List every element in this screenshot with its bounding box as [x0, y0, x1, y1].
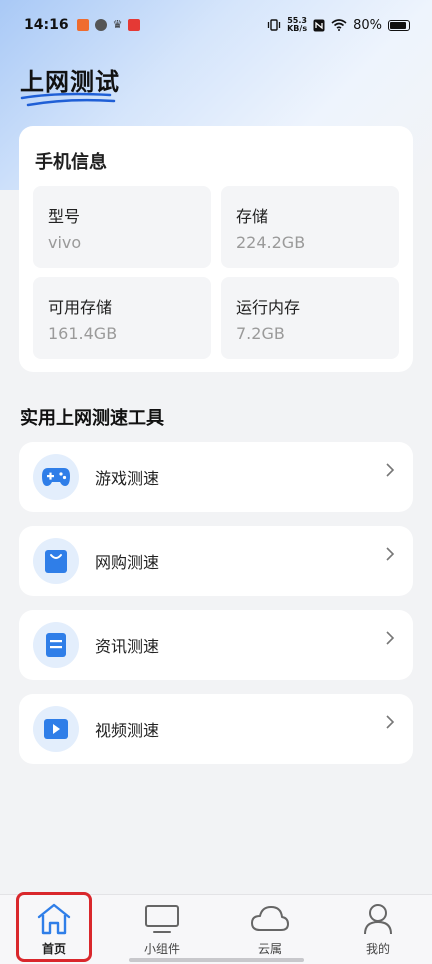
network-speed-unit: KB/s — [287, 24, 308, 33]
cloud-icon — [251, 906, 289, 931]
tool-item-news-speed[interactable]: 资讯测速 — [19, 610, 413, 680]
tab-icon — [144, 901, 180, 937]
chevron-right-icon — [386, 631, 395, 645]
sync-icon — [94, 19, 107, 31]
user-icon — [364, 904, 392, 935]
wifi-icon — [331, 19, 347, 31]
device-info-title: 手机信息 — [35, 152, 107, 173]
tab-cloud[interactable]: 云属 — [216, 895, 324, 964]
tile-label: 型号 — [48, 207, 81, 226]
tool-icon-bg — [33, 538, 79, 584]
video-play-icon — [44, 719, 68, 739]
tab-icon — [361, 901, 395, 937]
tab-label: 我的 — [365, 942, 390, 956]
tile-value: vivo — [48, 233, 82, 252]
news-app-icon — [128, 19, 141, 31]
status-time: 14:16 — [24, 17, 69, 33]
tool-label: 视频测速 — [95, 721, 160, 740]
info-tile-storage: 存储 224.2GB — [221, 186, 399, 268]
status-left: 14:16 ♛ — [24, 17, 141, 33]
status-right: 55.3 KB/s 80% — [267, 17, 410, 33]
chevron-right-icon — [386, 463, 395, 477]
info-tile-model: 型号 vivo — [33, 186, 211, 268]
device-info-card: 手机信息 型号 vivo 存储 224.2GB 可用存储 161.4GB 运行内… — [19, 126, 413, 372]
tool-item-shopping-speed[interactable]: 网购测速 — [19, 526, 413, 596]
network-speed: 55.3 KB/s — [287, 17, 307, 33]
home-indicator-bar[interactable] — [129, 958, 304, 962]
tab-label: 小组件 — [143, 942, 180, 956]
gamepad-icon — [42, 468, 70, 486]
info-tile-ram: 运行内存 7.2GB — [221, 277, 399, 359]
chevron-right-icon — [386, 715, 395, 729]
vibrate-icon — [267, 19, 281, 31]
info-tile-available-storage: 可用存储 161.4GB — [33, 277, 211, 359]
status-bar: 14:16 ♛ 55.3 KB/s 80% — [0, 0, 432, 50]
bottom-tab-bar: 首页 小组件 云属 我的 — [0, 894, 432, 964]
battery-icon — [388, 19, 410, 31]
tab-widgets[interactable]: 小组件 — [108, 895, 216, 964]
crown-icon: ♛ — [112, 18, 123, 31]
title-underline-decoration — [20, 92, 116, 107]
tab-icon — [36, 901, 72, 937]
tile-value: 224.2GB — [236, 233, 306, 252]
tool-label: 网购测速 — [95, 553, 160, 572]
tab-label: 首页 — [41, 942, 66, 956]
tile-value: 161.4GB — [48, 324, 118, 343]
tile-label: 运行内存 — [236, 298, 301, 317]
tool-icon-bg — [33, 622, 79, 668]
chevron-right-icon — [386, 547, 395, 561]
tile-value: 7.2GB — [236, 324, 285, 343]
battery-percent: 80% — [353, 17, 382, 33]
tile-label: 可用存储 — [48, 298, 113, 317]
tab-home[interactable]: 首页 — [0, 895, 108, 964]
shopping-bag-icon — [45, 550, 67, 573]
tool-item-game-speed[interactable]: 游戏测速 — [19, 442, 413, 512]
tools-section-title: 实用上网测速工具 — [20, 408, 164, 429]
monitor-icon — [145, 905, 179, 933]
tool-icon-bg — [33, 706, 79, 752]
tool-label: 资讯测速 — [95, 637, 160, 656]
tool-label: 游戏测速 — [95, 469, 160, 488]
tile-label: 存储 — [236, 207, 269, 226]
tab-icon — [250, 901, 290, 937]
app-notification-icon — [76, 19, 89, 31]
tab-profile[interactable]: 我的 — [324, 895, 432, 964]
tool-item-video-speed[interactable]: 视频测速 — [19, 694, 413, 764]
news-icon — [46, 633, 66, 657]
tab-label: 云属 — [257, 942, 282, 956]
nfc-icon — [313, 19, 325, 31]
home-icon — [37, 903, 71, 935]
tool-icon-bg — [33, 454, 79, 500]
